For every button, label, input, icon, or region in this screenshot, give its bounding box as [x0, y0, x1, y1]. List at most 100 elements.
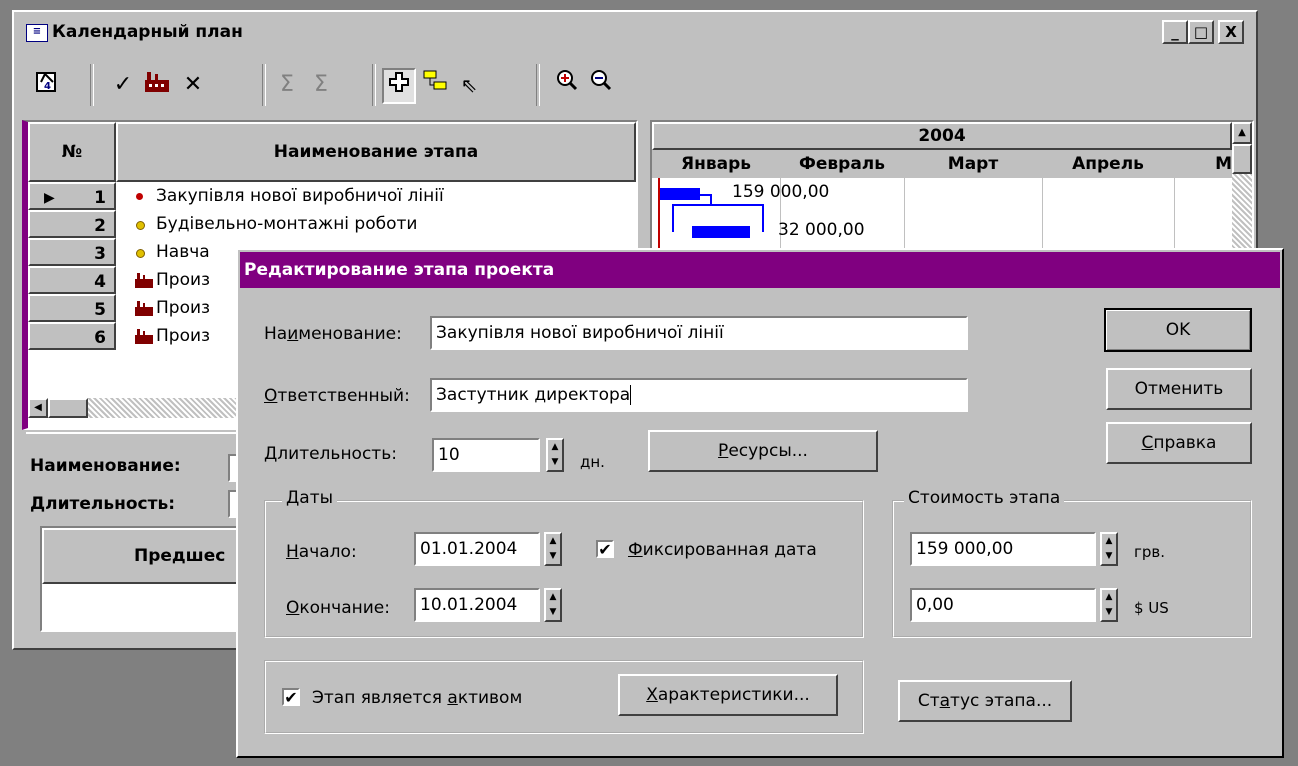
cost-uah-spinner[interactable]: ▲ ▼	[1100, 532, 1118, 566]
cost-uah-input[interactable]: 159 000,00	[910, 532, 1096, 566]
table-row[interactable]: 2 Будівельно-монтажні роботи	[28, 210, 636, 238]
delete-icon[interactable]: ✕	[176, 68, 210, 104]
dialog-duration-label: Длительность:	[264, 444, 397, 464]
row-selector-icon: ▶	[44, 190, 55, 206]
main-window-title: Календарный план	[52, 22, 243, 42]
month-header: Апрель	[1042, 150, 1176, 178]
cost-uah-unit: грв.	[1134, 543, 1166, 561]
yellow-dot-icon	[136, 249, 145, 258]
toolbar-separator	[90, 64, 94, 106]
main-title-bar: ≡ Календарный план _ □ X	[18, 16, 1252, 52]
end-label: Окончание:	[286, 598, 390, 618]
toolbar-separator	[372, 64, 376, 106]
dates-group-label: Даты	[282, 488, 338, 508]
gantt-bar[interactable]	[660, 188, 700, 200]
characteristics-button[interactable]: Характеристики...	[618, 674, 838, 716]
gantt-year-header: 2004	[652, 122, 1232, 150]
responsible-input[interactable]: Застутник директора	[430, 378, 968, 412]
factory-icon[interactable]	[140, 68, 174, 104]
factory-icon	[134, 328, 154, 349]
cost-usd-spinner[interactable]: ▲ ▼	[1100, 588, 1118, 622]
status-button[interactable]: Статус этапа...	[898, 680, 1072, 722]
spin-up-icon[interactable]: ▲	[548, 440, 562, 455]
toolbar-separator	[262, 64, 266, 106]
duration-spinner[interactable]: ▲ ▼	[546, 438, 564, 472]
factory-icon	[134, 300, 154, 321]
gantt-bar[interactable]	[692, 226, 750, 238]
predecessors-table: Предшес	[40, 526, 250, 632]
asset-label: Этап является активом	[312, 688, 523, 708]
zoom-out-icon[interactable]	[584, 68, 618, 104]
gantt-bar-label: 32 000,00	[778, 220, 865, 240]
column-header-name[interactable]: Наименование этапа	[116, 122, 636, 182]
month-header: Март	[904, 150, 1044, 178]
scroll-left-button[interactable]: ◀	[28, 398, 48, 418]
sum-left-icon[interactable]: Σ	[270, 68, 304, 104]
pointer-icon[interactable]: ⇖	[452, 68, 486, 104]
gantt-bar-label: 159 000,00	[732, 182, 830, 202]
fixed-date-checkbox[interactable]: ✔	[596, 540, 614, 558]
cancel-button[interactable]: Отменить	[1106, 368, 1252, 410]
spin-down-icon[interactable]: ▼	[546, 605, 560, 620]
end-date-spinner[interactable]: ▲ ▼	[544, 588, 562, 622]
scroll-up-button[interactable]: ▲	[1232, 122, 1252, 144]
details-name-label: Наименование:	[30, 456, 181, 476]
toolbar-separator	[536, 64, 540, 106]
spin-up-icon[interactable]: ▲	[546, 590, 560, 605]
spin-up-icon[interactable]: ▲	[1102, 534, 1116, 549]
table-row[interactable]: ▶ 1 Закупівля нової виробничої лінії	[28, 182, 636, 210]
asset-checkbox[interactable]: ✔	[282, 688, 300, 706]
details-pane: Наименование: Длительность: Предшес	[26, 432, 250, 642]
stage-name: Закупівля нової виробничої лінії	[156, 186, 444, 206]
zoom-in-icon[interactable]	[550, 68, 584, 104]
spin-up-icon[interactable]: ▲	[546, 534, 560, 549]
minimize-button[interactable]: _	[1162, 20, 1188, 44]
stage-name-input[interactable]: Закупівля нової виробничої лінії	[430, 316, 968, 350]
duration-unit: дн.	[580, 453, 605, 471]
month-header: М	[1174, 150, 1234, 178]
stage-name: Произ	[156, 298, 211, 318]
spin-down-icon[interactable]: ▼	[1102, 549, 1116, 564]
start-date-input[interactable]: 01.01.2004	[414, 532, 540, 566]
fixed-date-label: Фиксированная дата	[628, 540, 817, 560]
maximize-button[interactable]: □	[1188, 20, 1214, 44]
details-duration-label: Длительность:	[30, 494, 175, 514]
month-header: Январь	[652, 150, 782, 178]
column-header-number[interactable]: №	[28, 122, 116, 182]
spin-down-icon[interactable]: ▼	[1102, 605, 1116, 620]
dialog-responsible-label: Ответственный:	[264, 386, 410, 406]
sum-right-icon[interactable]: Σ	[304, 68, 338, 104]
cost-usd-input[interactable]: 0,00	[910, 588, 1096, 622]
scroll-thumb[interactable]	[1232, 144, 1252, 174]
cost-group-label: Стоимость этапа	[904, 488, 1065, 508]
spin-down-icon[interactable]: ▼	[548, 455, 562, 470]
scroll-thumb[interactable]	[48, 398, 88, 418]
add-icon[interactable]	[382, 68, 416, 104]
stage-name: Произ	[156, 270, 211, 290]
link-icon[interactable]	[418, 68, 452, 104]
predecessors-header: Предшес	[42, 528, 248, 584]
ok-button[interactable]: OK	[1104, 308, 1252, 352]
duration-input[interactable]: 10	[432, 438, 540, 472]
cost-usd-unit: $ US	[1134, 599, 1169, 617]
red-dot-icon	[136, 193, 143, 200]
month-header: Февраль	[780, 150, 906, 178]
resources-button[interactable]: Ресурсы...	[648, 430, 878, 472]
check-icon[interactable]: ✓	[106, 68, 140, 104]
start-label: Начало:	[286, 542, 357, 562]
svg-text:4: 4	[44, 81, 51, 92]
help-button[interactable]: Справка	[1106, 422, 1252, 464]
dialog-title: Редактирование этапа проекта	[240, 252, 1280, 288]
calendar-edit-icon[interactable]: 4	[30, 68, 64, 104]
close-button[interactable]: X	[1218, 20, 1244, 44]
start-date-spinner[interactable]: ▲ ▼	[544, 532, 562, 566]
stage-name: Произ	[156, 326, 211, 346]
window-app-icon: ≡	[26, 24, 48, 42]
factory-icon	[134, 272, 154, 293]
spin-up-icon[interactable]: ▲	[1102, 590, 1116, 605]
end-date-input[interactable]: 10.01.2004	[414, 588, 540, 622]
spin-down-icon[interactable]: ▼	[546, 549, 560, 564]
dialog-name-label: Наименование:	[264, 324, 402, 344]
yellow-dot-icon	[136, 221, 145, 230]
stage-name: Будівельно-монтажні роботи	[156, 214, 418, 234]
